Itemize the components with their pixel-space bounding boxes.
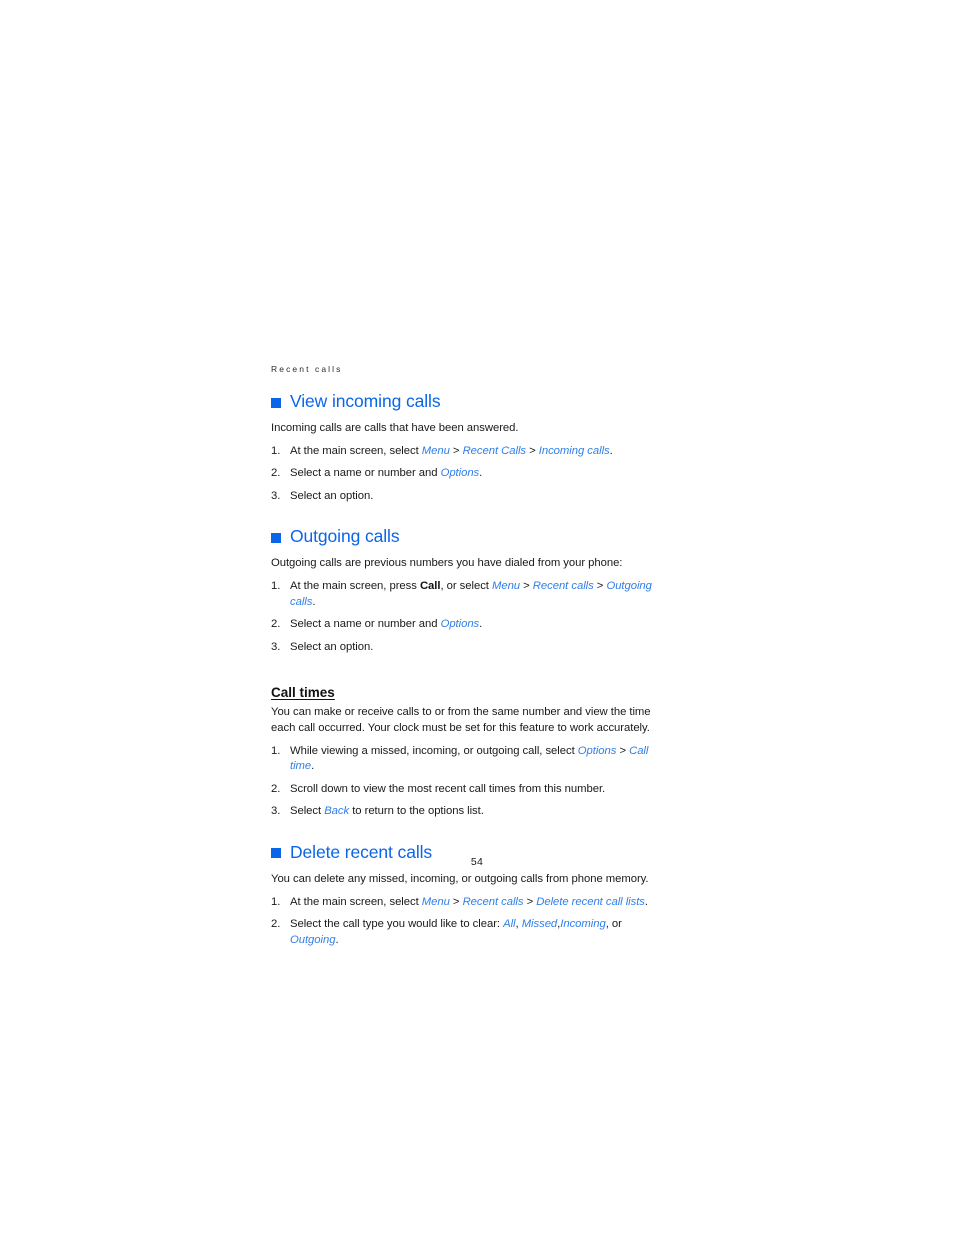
section-intro: You can delete any missed, incoming, or …	[271, 872, 649, 885]
ui-reference[interactable]: Menu	[422, 896, 450, 908]
subsection-intro: You can make or receive calls to or from…	[271, 706, 651, 734]
step-number: 1.	[271, 895, 281, 908]
square-bullet-icon	[271, 397, 281, 408]
step-text: .	[644, 895, 649, 908]
step-text: Select a name or number and	[290, 618, 441, 631]
ui-reference[interactable]: Options	[578, 745, 617, 757]
step-number: 1.	[271, 579, 281, 592]
step-number: 2.	[271, 918, 281, 931]
step-text: .	[609, 444, 613, 457]
ui-reference[interactable]: Menu	[422, 445, 450, 457]
section-heading-label: View incoming calls	[290, 391, 441, 411]
section-steps: 1. At the main screen, press Call, or sel…	[271, 579, 671, 655]
section-intro: Incoming calls are calls that have been …	[271, 422, 519, 434]
step-item: 1. At the main screen, select Menu > Rece…	[271, 444, 671, 460]
step-text: Select a name or number and	[290, 467, 441, 480]
path-separator: >	[523, 895, 537, 908]
section-intro: Outgoing calls are previous numbers you …	[271, 557, 623, 570]
key-reference: Call	[419, 579, 441, 592]
path-separator: >	[593, 579, 607, 592]
step-text: .	[312, 595, 316, 608]
step-item: 2. Select a name or number and Options.	[271, 617, 671, 633]
ui-reference[interactable]: Incoming calls	[539, 445, 610, 457]
step-number: 1.	[271, 744, 281, 757]
step-number: 3.	[271, 640, 281, 653]
path-separator: >	[520, 579, 533, 592]
step-number: 3.	[271, 489, 281, 502]
ui-reference[interactable]: Recent calls	[533, 580, 594, 592]
step-text: At the main screen, press	[290, 579, 420, 592]
step-text: At the main screen, select	[290, 895, 422, 908]
step-number: 2.	[271, 618, 281, 631]
page-number: 54	[470, 856, 484, 868]
subsection-steps: 1. While viewing a missed, incoming, or o…	[271, 744, 671, 820]
ui-reference[interactable]: Delete recent call lists	[536, 896, 645, 908]
path-separator: >	[449, 895, 463, 908]
step-text: While viewing a missed, incoming, or out…	[290, 744, 578, 757]
section-steps: 1. At the main screen, select Menu > Rece…	[271, 895, 671, 949]
path-separator: >	[526, 444, 539, 457]
step-number: 3.	[271, 805, 281, 818]
ui-reference[interactable]: Recent Calls	[463, 445, 527, 457]
ui-reference[interactable]: Back	[324, 805, 349, 817]
step-text: Scroll down to view the most recent call…	[290, 782, 606, 795]
step-item: 3. Select an option.	[271, 489, 671, 505]
step-number: 2.	[271, 467, 281, 480]
step-text: Select	[290, 805, 325, 818]
step-item: 3. Select Back to return to the options l…	[271, 804, 671, 820]
path-separator: >	[616, 744, 630, 757]
step-item: 1. At the main screen, select Menu > Rece…	[271, 895, 671, 911]
step-text: .	[335, 933, 339, 946]
section-heading-label: Outgoing calls	[290, 526, 400, 547]
section-steps: 1. At the main screen, select Menu > Rece…	[271, 444, 671, 505]
step-text: At the main screen, select	[290, 444, 422, 457]
running-head: Recent calls	[271, 364, 343, 374]
step-item: 2. Scroll down to view the most recent ca…	[271, 782, 671, 798]
ui-reference[interactable]: Incoming	[560, 918, 606, 930]
step-text: , or select	[440, 579, 492, 592]
square-bullet-icon	[271, 532, 281, 543]
ui-reference[interactable]: Menu	[492, 580, 520, 592]
step-item: 2. Select a name or number and Options.	[271, 466, 671, 482]
subsection-heading: Call times	[271, 685, 335, 701]
step-text: Select the call type you would like to c…	[290, 918, 504, 931]
step-item: 1. At the main screen, press Call, or sel…	[271, 579, 671, 610]
step-item: 1. While viewing a missed, incoming, or o…	[271, 744, 671, 775]
step-item: 3. Select an option.	[271, 640, 671, 656]
ui-reference[interactable]: Options	[441, 618, 480, 630]
ui-reference[interactable]: Recent calls	[463, 896, 524, 908]
ui-reference[interactable]: Options	[441, 467, 480, 479]
step-text: Select an option.	[290, 489, 374, 502]
step-text: Select an option.	[290, 640, 374, 653]
step-text: .	[479, 618, 483, 631]
ui-reference[interactable]: Missed	[522, 918, 558, 930]
ui-reference[interactable]: All	[503, 918, 515, 930]
path-separator: >	[449, 444, 463, 457]
step-text: , or	[605, 918, 622, 931]
section-heading: Outgoing calls	[271, 526, 671, 547]
step-text: .	[311, 760, 315, 773]
step-text: .	[479, 467, 483, 480]
step-number: 1.	[271, 444, 281, 457]
section-heading: View incoming calls	[271, 391, 671, 412]
ui-reference[interactable]: Outgoing	[290, 934, 336, 946]
step-item: 2. Select the call type you would like to…	[271, 917, 671, 948]
step-number: 2.	[271, 782, 281, 795]
step-text: to return to the options list.	[349, 805, 484, 818]
